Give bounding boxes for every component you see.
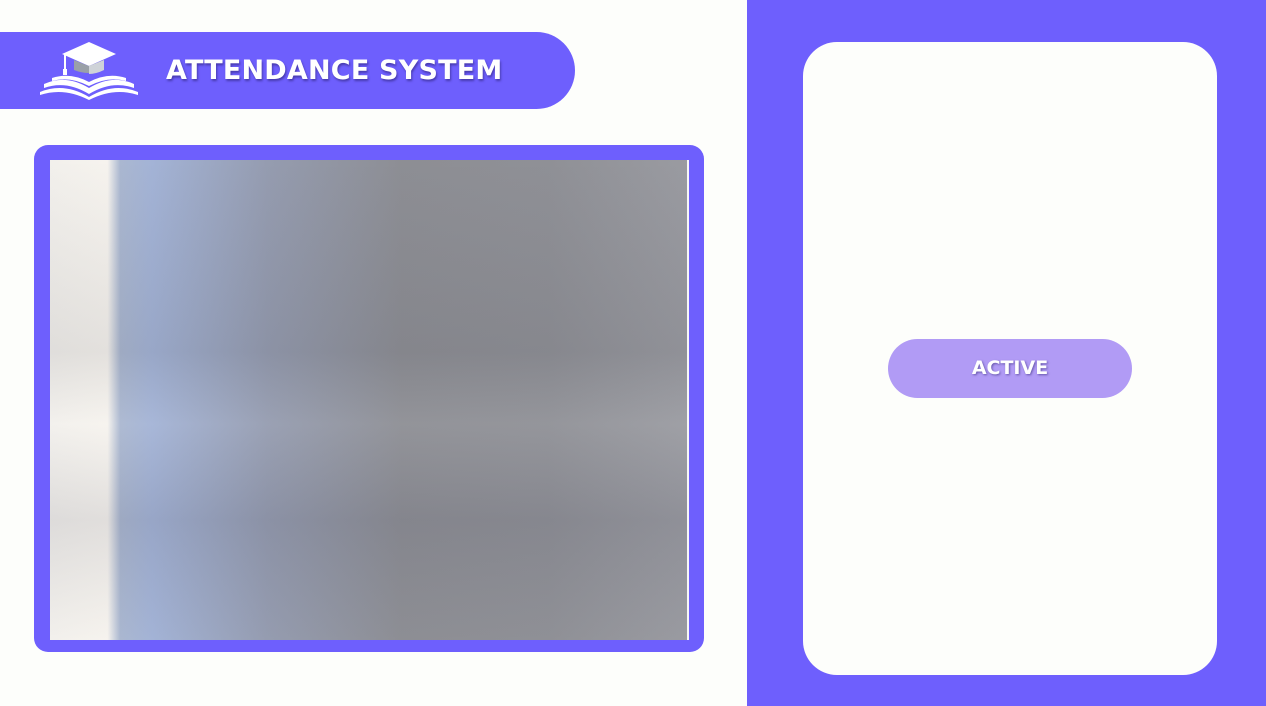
right-panel: ACTIVE [747, 0, 1266, 706]
camera-feed [50, 160, 689, 640]
camera-frame [34, 145, 704, 652]
header-banner: ATTENDANCE SYSTEM [0, 32, 575, 109]
active-status-button[interactable]: ACTIVE [888, 339, 1132, 398]
camera-feed-edge [687, 160, 689, 640]
status-card: ACTIVE [803, 42, 1217, 675]
graduation-cap-book-icon [40, 42, 138, 100]
app-title: ATTENDANCE SYSTEM [166, 55, 503, 86]
